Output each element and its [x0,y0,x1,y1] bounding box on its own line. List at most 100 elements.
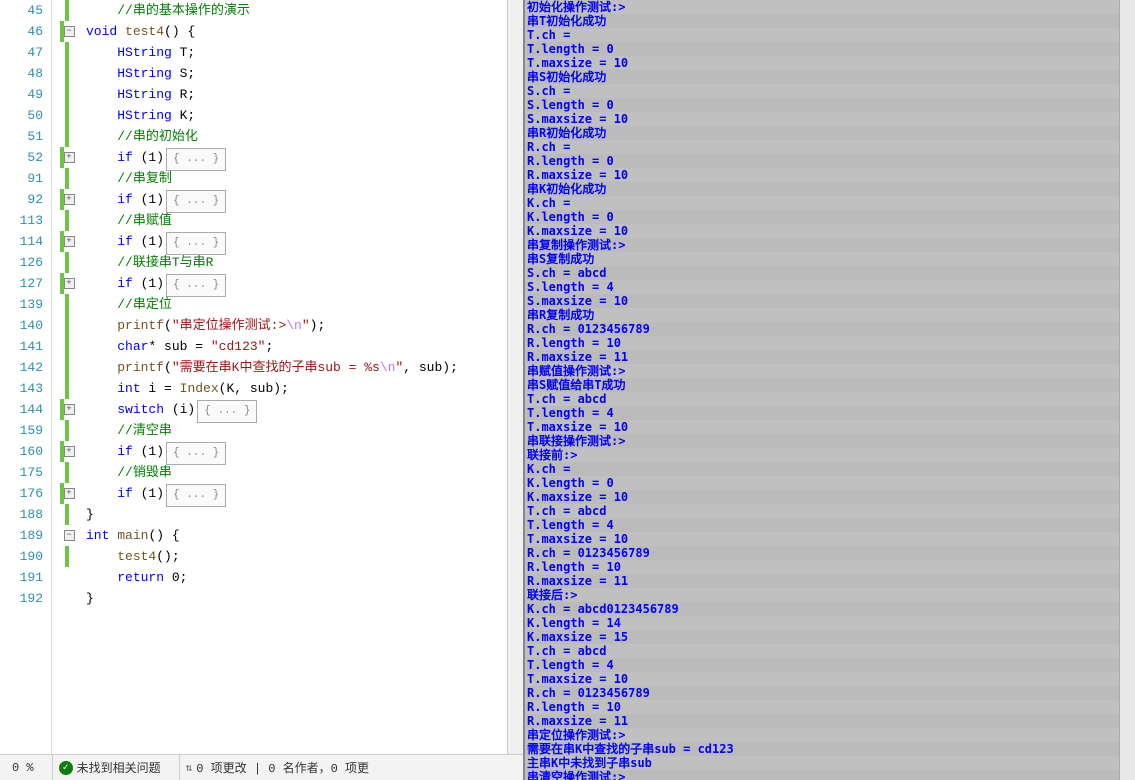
code-line[interactable]: //串的基本操作的演示 [86,0,523,21]
output-line: S.ch = [527,84,1133,98]
code-area[interactable]: 4546474849505152919211311412612713914014… [0,0,523,754]
line-number: 144 [0,399,43,420]
code-line[interactable]: //清空串 [86,420,523,441]
output-line: S.maxsize = 10 [527,294,1133,308]
changes-segment[interactable]: ⇅ 0 项更改 | 0 名作者，0 项更 [179,755,375,780]
code-line[interactable]: if (1){ ... } [86,273,523,294]
folded-region-stub[interactable]: { ... } [166,190,226,213]
output-line: K.ch = [527,462,1133,476]
code-line[interactable]: void test4() { [86,21,523,42]
code-line[interactable]: //串定位 [86,294,523,315]
code-line[interactable]: switch (i){ ... } [86,399,523,420]
fold-expand-icon[interactable]: + [64,236,75,247]
change-bar [65,567,69,588]
fold-expand-icon[interactable]: + [64,194,75,205]
fold-row [52,357,82,378]
fold-row [52,588,82,609]
code-line[interactable]: if (1){ ... } [86,483,523,504]
fold-row [52,126,82,147]
change-bar [65,252,69,273]
output-line: 串赋值操作测试:> [527,364,1133,378]
code-line[interactable]: //销毁串 [86,462,523,483]
status-bar: 0 % ✓ 未找到相关问题 ⇅ 0 项更改 | 0 名作者，0 项更 [0,754,523,780]
code-line[interactable]: return 0; [86,567,523,588]
output-line: 主串K中未找到子串sub [527,756,1133,770]
change-bar [65,0,69,21]
code-line[interactable]: //串的初始化 [86,126,523,147]
code-line[interactable]: if (1){ ... } [86,147,523,168]
output-line: K.maxsize = 15 [527,630,1133,644]
code-line[interactable]: if (1){ ... } [86,189,523,210]
output-line: T.length = 4 [527,518,1133,532]
code-text[interactable]: //串的基本操作的演示void test4() { HString T; HSt… [82,0,523,754]
zoom-level[interactable]: 0 % [6,755,40,780]
folded-region-stub[interactable]: { ... } [197,400,257,423]
code-line[interactable]: } [86,588,523,609]
output-line: K.maxsize = 10 [527,224,1133,238]
fold-row: − [52,21,82,42]
fold-expand-icon[interactable]: + [64,404,75,415]
output-line: R.ch = [527,140,1133,154]
folded-region-stub[interactable]: { ... } [166,274,226,297]
changes-text: 0 项更改 | 0 名作者，0 项更 [196,759,369,776]
line-number: 126 [0,252,43,273]
line-number: 142 [0,357,43,378]
output-line: R.maxsize = 11 [527,350,1133,364]
output-line: R.length = 10 [527,700,1133,714]
output-line: 串R复制成功 [527,308,1133,322]
output-line: T.maxsize = 10 [527,532,1133,546]
code-line[interactable]: } [86,504,523,525]
issues-segment[interactable]: ✓ 未找到相关问题 [52,755,167,780]
code-line[interactable]: int main() { [86,525,523,546]
code-line[interactable]: if (1){ ... } [86,441,523,462]
folded-region-stub[interactable]: { ... } [166,484,226,507]
line-number: 140 [0,315,43,336]
code-line[interactable]: HString R; [86,84,523,105]
code-line[interactable]: //串复制 [86,168,523,189]
code-line[interactable]: printf("需要在串K中查找的子串sub = %s\n", sub); [86,357,523,378]
code-line[interactable]: //串赋值 [86,210,523,231]
fold-expand-icon[interactable]: + [64,278,75,289]
output-line: S.length = 0 [527,98,1133,112]
output-line: T.ch = abcd [527,504,1133,518]
code-line[interactable]: HString K; [86,105,523,126]
fold-expand-icon[interactable]: + [64,152,75,163]
output-line: R.ch = 0123456789 [527,546,1133,560]
line-number: 127 [0,273,43,294]
output-pane-wrap: 初始化操作测试:>串T初始化成功T.ch =T.length = 0T.maxs… [525,0,1135,780]
folded-region-stub[interactable]: { ... } [166,148,226,171]
change-bar [65,546,69,567]
code-line[interactable]: test4(); [86,546,523,567]
output-line: 串复制操作测试:> [527,238,1133,252]
fold-row [52,462,82,483]
output-line: R.ch = 0123456789 [527,322,1133,336]
fold-expand-icon[interactable]: + [64,488,75,499]
output-line: S.length = 4 [527,280,1133,294]
output-line: R.maxsize = 10 [527,168,1133,182]
console-output[interactable]: 初始化操作测试:>串T初始化成功T.ch =T.length = 0T.maxs… [525,0,1135,780]
issues-text: 未找到相关问题 [77,759,161,776]
code-line[interactable]: int i = Index(K, sub); [86,378,523,399]
code-line[interactable]: if (1){ ... } [86,231,523,252]
line-number: 176 [0,483,43,504]
line-number: 139 [0,294,43,315]
fold-collapse-icon[interactable]: − [64,530,75,541]
code-line[interactable]: HString S; [86,63,523,84]
output-scrollbar-vertical[interactable] [1119,0,1135,780]
fold-row: + [52,231,82,252]
fold-row: − [52,525,82,546]
output-line: K.ch = abcd0123456789 [527,602,1133,616]
fold-expand-icon[interactable]: + [64,446,75,457]
change-bar [65,378,69,399]
code-line[interactable]: HString T; [86,42,523,63]
editor-scrollbar-vertical[interactable] [507,0,523,754]
code-line[interactable]: char* sub = "cd123"; [86,336,523,357]
folded-region-stub[interactable]: { ... } [166,442,226,465]
line-number-gutter: 4546474849505152919211311412612713914014… [0,0,52,754]
output-line: 串S初始化成功 [527,70,1133,84]
change-bar [65,294,69,315]
code-line[interactable]: printf("串定位操作测试:>\n"); [86,315,523,336]
line-number: 143 [0,378,43,399]
fold-collapse-icon[interactable]: − [64,26,75,37]
code-line[interactable]: //联接串T与串R [86,252,523,273]
